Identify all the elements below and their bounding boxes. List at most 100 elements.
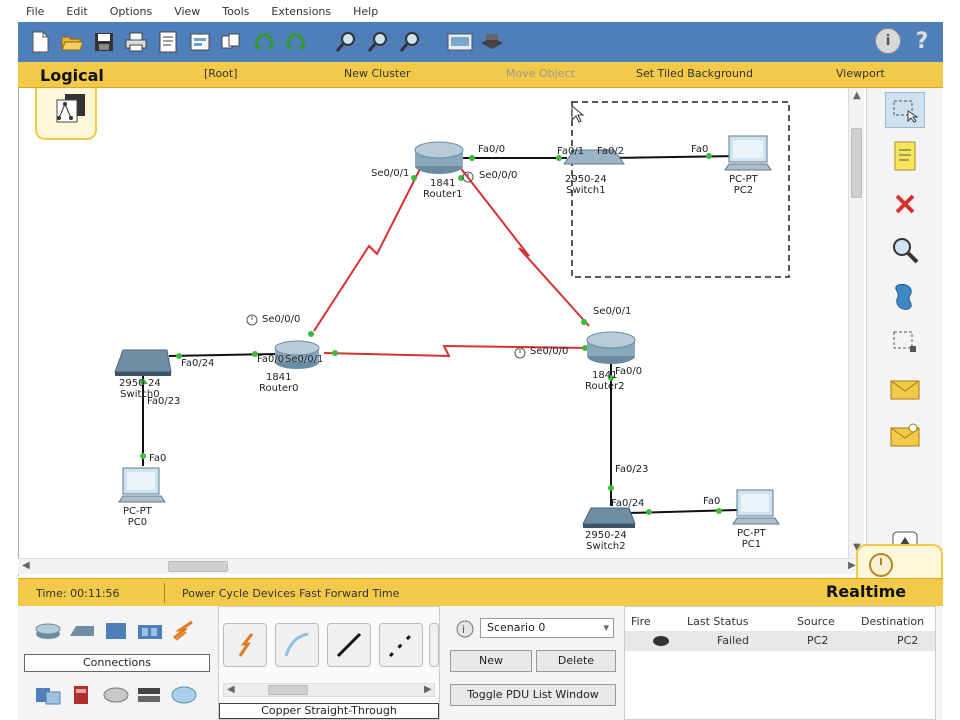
- port-label: Fa0/2: [597, 146, 625, 157]
- stopwatch-icon: [869, 553, 893, 577]
- zoom-out-icon[interactable]: [396, 28, 424, 56]
- router1-device: [414, 141, 464, 174]
- svg-text:i: i: [462, 623, 465, 636]
- switch2-device: [582, 507, 636, 528]
- automatic-connection-icon[interactable]: [223, 623, 267, 667]
- zoom-in-icon[interactable]: [332, 28, 360, 56]
- zoom-reset-icon[interactable]: [364, 28, 392, 56]
- power-cycle-controls[interactable]: Power Cycle Devices Fast Forward Time: [182, 587, 399, 600]
- pc1-label: PC-PT PC1: [737, 528, 766, 550]
- delete-scenario-button[interactable]: Delete: [536, 650, 616, 672]
- custom-device-icon[interactable]: [478, 28, 506, 56]
- cable-scrollbar[interactable]: ◀ ▶: [223, 683, 435, 697]
- security-category-icon[interactable]: [68, 684, 96, 706]
- workspace-horizontal-scrollbar[interactable]: ◀ ▶: [18, 558, 864, 574]
- switch1-label: 2950-24 Switch1: [565, 174, 607, 196]
- print-icon[interactable]: [122, 28, 150, 56]
- redo-icon[interactable]: [282, 28, 310, 56]
- port-label: Fa0/0: [478, 144, 506, 155]
- custom-devices-icon[interactable]: [136, 684, 164, 706]
- menu-extensions[interactable]: Extensions: [271, 5, 331, 18]
- place-note-icon[interactable]: [885, 138, 925, 174]
- network-info-icon[interactable]: [186, 28, 214, 56]
- menu-edit[interactable]: Edit: [66, 5, 87, 18]
- workspace-vertical-scrollbar[interactable]: ▲ ▼: [848, 88, 864, 558]
- scenario-select[interactable]: Scenario 0 ▾: [480, 618, 614, 638]
- set-tiled-background-button[interactable]: Set Tiled Background: [636, 67, 753, 80]
- menu-help[interactable]: Help: [353, 5, 378, 18]
- end-devices-icon[interactable]: [34, 684, 62, 706]
- pdu-source: PC2: [807, 634, 829, 647]
- add-simple-pdu-icon[interactable]: [885, 372, 925, 408]
- serial-link-r0-r1: [313, 164, 423, 332]
- switches-category-icon[interactable]: [68, 620, 96, 642]
- straight-through-cable-icon[interactable]: [327, 623, 371, 667]
- new-file-icon[interactable]: [26, 28, 54, 56]
- port-label: Fa0: [703, 496, 721, 507]
- delete-icon[interactable]: [885, 186, 925, 222]
- new-scenario-button[interactable]: New: [450, 650, 532, 672]
- select-tool-icon[interactable]: [885, 92, 925, 128]
- undo-icon[interactable]: [250, 28, 278, 56]
- multiuser-icon[interactable]: [170, 684, 198, 706]
- menu-options[interactable]: Options: [110, 5, 152, 18]
- copy-icon[interactable]: [218, 28, 246, 56]
- menu-file[interactable]: File: [26, 5, 44, 18]
- router2-device: [586, 331, 636, 364]
- pdu-row[interactable]: Failed PC2 PC2: [625, 631, 935, 651]
- help-icon[interactable]: ?: [909, 28, 935, 54]
- viewport-button[interactable]: Viewport: [836, 67, 885, 80]
- port-label: Se0/0/1: [593, 306, 632, 317]
- wireless-category-icon[interactable]: [136, 620, 164, 642]
- switch0-label: 2950-24 Switch0: [119, 378, 161, 400]
- port-label: Se0/0/0: [262, 314, 301, 325]
- selected-cable-label: Copper Straight-Through: [219, 703, 439, 719]
- fire-indicator-icon[interactable]: [651, 634, 671, 648]
- routers-category-icon[interactable]: [34, 620, 62, 642]
- open-folder-icon[interactable]: [58, 28, 86, 56]
- logical-tab-title[interactable]: Logical: [40, 66, 104, 85]
- pdu-status: Failed: [717, 634, 749, 647]
- resize-shape-icon[interactable]: [885, 324, 925, 360]
- port-label: Fa0/24: [611, 498, 645, 509]
- hubs-category-icon[interactable]: [102, 620, 130, 642]
- menu-bar: File Edit Options View Tools Extensions …: [0, 0, 960, 22]
- simulation-time: Time: 00:11:56: [36, 587, 120, 600]
- add-complex-pdu-icon[interactable]: [885, 418, 925, 454]
- scenario-info-icon[interactable]: i: [456, 620, 474, 638]
- port-label: Fa0/24: [181, 358, 215, 369]
- router0-label: 1841 Router0: [259, 372, 299, 394]
- menu-view[interactable]: View: [174, 5, 200, 18]
- chevron-down-icon: ▾: [603, 621, 609, 634]
- toggle-pdu-list-button[interactable]: Toggle PDU List Window: [450, 684, 616, 706]
- connections-category-icon[interactable]: [170, 620, 198, 642]
- activity-wizard-icon[interactable]: [154, 28, 182, 56]
- realtime-label: Realtime: [826, 582, 907, 601]
- pdu-col-last-status: Last Status: [687, 615, 749, 628]
- router2-label: 1841 Router2: [585, 370, 625, 392]
- new-cluster-button[interactable]: New Cluster: [344, 67, 411, 80]
- info-icon[interactable]: i: [875, 28, 901, 54]
- wan-emulation-icon[interactable]: [102, 684, 130, 706]
- console-cable-icon[interactable]: [275, 623, 319, 667]
- pc1-device: [732, 489, 780, 525]
- pdu-col-destination: Destination: [861, 615, 925, 628]
- root-button[interactable]: [Root]: [204, 67, 238, 80]
- palette-icon[interactable]: [446, 28, 474, 56]
- port-label: Se0/0/1: [371, 168, 410, 179]
- menu-tools[interactable]: Tools: [222, 5, 249, 18]
- draw-shape-icon[interactable]: [885, 278, 925, 314]
- save-icon[interactable]: [90, 28, 118, 56]
- port-label: Se0/0/0: [530, 346, 569, 357]
- pdu-list: Fire Last Status Source Destination Fail…: [624, 606, 936, 720]
- pc2-label: PC-PT PC2: [729, 174, 758, 196]
- crossover-cable-icon[interactable]: [379, 623, 423, 667]
- logical-workspace[interactable]: Se0/0/1 Fa0/0 Se0/0/0 Fa0/1 Fa0/2 Fa0 Se…: [18, 88, 866, 576]
- move-object-button[interactable]: Move Object: [506, 67, 575, 80]
- port-label: Se0/0/1: [285, 354, 324, 365]
- more-cables-edge[interactable]: [429, 623, 439, 667]
- scenario-select-value: Scenario 0: [487, 621, 546, 634]
- port-label: Fa0/0: [257, 354, 285, 365]
- inspect-icon[interactable]: [885, 232, 925, 268]
- topology-canvas: [114, 101, 790, 528]
